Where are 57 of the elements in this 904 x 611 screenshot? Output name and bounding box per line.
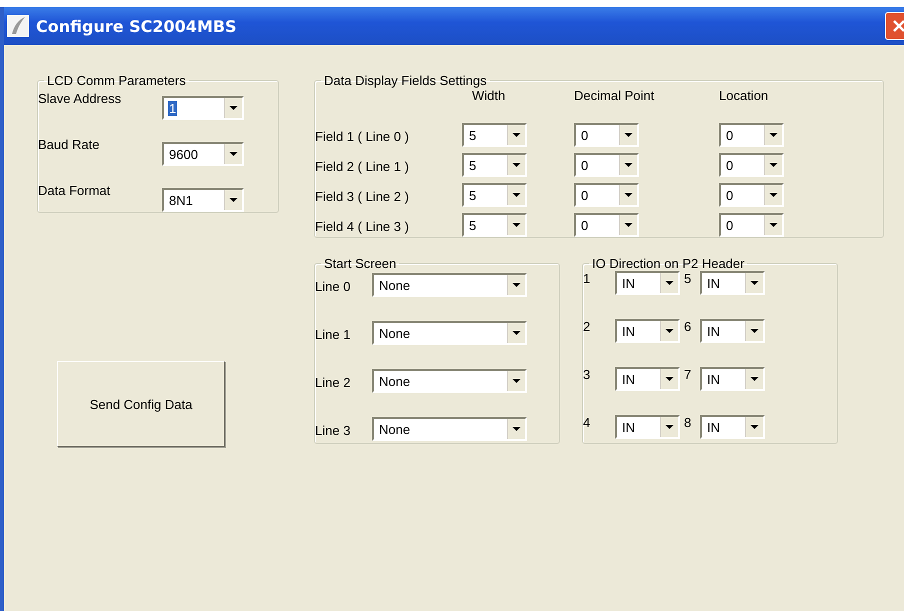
dropdown[interactable]: 0 xyxy=(574,153,639,177)
group-title: LCD Comm Parameters xyxy=(46,73,187,88)
pin-number: 6 xyxy=(684,319,692,334)
dropdown[interactable]: 0 xyxy=(574,183,639,207)
line-label: Line 1 xyxy=(315,326,352,342)
group-title: Start Screen xyxy=(323,256,398,271)
line-label: Line 3 xyxy=(315,422,352,438)
field-label: Field 2 ( Line 1 ) xyxy=(315,158,410,174)
column-header: Location xyxy=(719,88,770,105)
pin-number: 5 xyxy=(684,271,692,286)
dropdown[interactable]: 5 xyxy=(462,153,527,177)
group-title: Data Display Fields Settings xyxy=(323,73,488,88)
dropdown[interactable]: 0 xyxy=(574,213,639,237)
line-label: Line 0 xyxy=(315,278,352,294)
dropdown[interactable]: 5 xyxy=(462,183,527,207)
field-label: Field 3 ( Line 2 ) xyxy=(315,188,410,204)
dropdown[interactable]: IN xyxy=(615,415,680,439)
dropdown[interactable]: 1 xyxy=(162,96,244,120)
dropdown[interactable]: IN xyxy=(615,367,680,391)
dropdown[interactable]: 5 xyxy=(462,123,527,147)
dropdown[interactable]: 0 xyxy=(719,213,784,237)
dropdown[interactable]: None xyxy=(372,369,527,393)
column-header: Width xyxy=(471,88,506,105)
close-icon[interactable] xyxy=(892,19,904,33)
pin-number: 1 xyxy=(583,271,592,286)
field-label: Field 1 ( Line 0 ) xyxy=(315,128,410,144)
dropdown[interactable]: IN xyxy=(615,271,680,295)
dropdown[interactable]: 8N1 xyxy=(162,188,244,212)
group-title: IO Direction on P2 Header xyxy=(591,256,746,271)
dropdown[interactable]: 0 xyxy=(719,123,784,147)
dropdown[interactable]: None xyxy=(372,321,527,345)
field-label: Data Format xyxy=(38,182,112,198)
pin-number: 4 xyxy=(583,415,592,430)
field-label: Field 4 ( Line 3 ) xyxy=(315,218,410,234)
dropdown[interactable]: None xyxy=(372,417,527,441)
column-header: Decimal Point xyxy=(574,88,656,105)
dropdown[interactable]: 0 xyxy=(719,183,784,207)
line-label: Line 2 xyxy=(315,374,352,390)
window-title: Configure SC2004MBS xyxy=(36,16,237,36)
dropdown[interactable]: 0 xyxy=(574,123,639,147)
dropdown[interactable]: None xyxy=(372,273,527,297)
field-label: Baud Rate xyxy=(38,136,100,152)
field-label: Slave Address xyxy=(38,90,122,106)
pin-number: 8 xyxy=(684,415,692,430)
dropdown[interactable]: 0 xyxy=(719,153,784,177)
dropdown[interactable]: 5 xyxy=(462,213,527,237)
pin-number: 2 xyxy=(583,319,592,334)
dropdown[interactable]: IN xyxy=(700,415,765,439)
dropdown[interactable]: IN xyxy=(615,319,680,343)
dropdown[interactable]: 9600 xyxy=(162,142,244,166)
app-icon xyxy=(6,14,30,38)
send-button[interactable]: Send Config Data xyxy=(57,361,225,447)
dropdown[interactable]: IN xyxy=(700,271,765,295)
dropdown[interactable]: IN xyxy=(700,367,765,391)
pin-number: 3 xyxy=(583,367,592,382)
pin-number: 7 xyxy=(684,367,692,382)
dropdown[interactable]: IN xyxy=(700,319,765,343)
